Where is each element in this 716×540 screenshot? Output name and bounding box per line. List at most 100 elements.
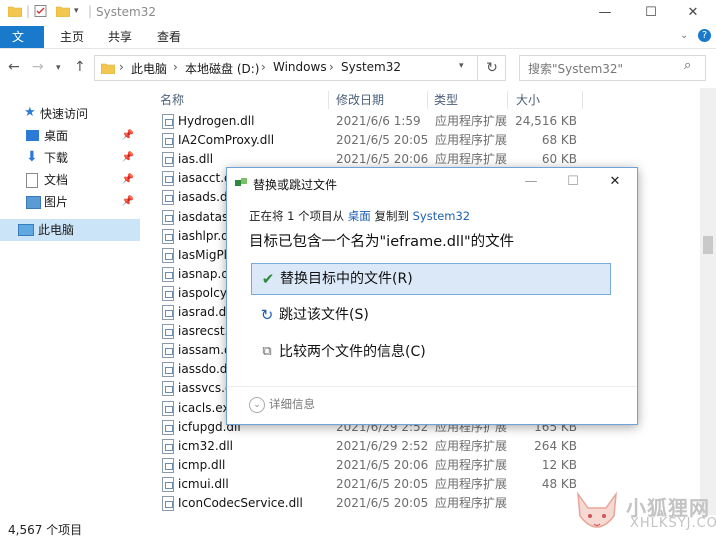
search-box[interactable]: 搜索"System32" ⌕ (519, 55, 706, 81)
file-row[interactable]: IA2ComProxy.dll 2021/6/5 20:05 应用程序扩展 68 KB (150, 131, 710, 150)
skip-icon: ↻ (260, 306, 274, 324)
dll-file-icon (162, 438, 174, 454)
file-name: icmp.dll (178, 457, 226, 472)
file-name: IA2ComProxy.dll (178, 133, 275, 148)
help-button[interactable]: ? (698, 29, 711, 42)
dll-file-icon (162, 209, 174, 225)
folder-icon[interactable] (8, 5, 22, 17)
dll-file-icon (162, 400, 174, 416)
sidebar-item-desktop[interactable]: 桌面 📌 (0, 125, 140, 147)
separator: | (26, 4, 31, 18)
file-size: 24,516 KB (515, 114, 577, 128)
breadcrumb-separator-icon[interactable]: › (119, 60, 124, 74)
file-date: 2021/6/5 20:05 (336, 496, 429, 510)
scrollbar-thumb[interactable] (703, 236, 713, 254)
column-separator[interactable] (507, 91, 508, 109)
replace-file-option[interactable]: ✔ 替换目标中的文件(R) (251, 263, 611, 295)
breadcrumb-separator-icon[interactable]: › (261, 60, 266, 74)
sidebar-item-label: 下载 (44, 151, 69, 165)
source-link[interactable]: 桌面 (348, 209, 371, 223)
column-header-type[interactable]: 类型 (434, 88, 458, 112)
file-type: 应用程序扩展 (435, 133, 508, 148)
picture-icon (26, 196, 41, 209)
maximize-button[interactable]: ☐ (628, 0, 674, 26)
more-details-button[interactable]: ⌄ 详细信息 (249, 396, 315, 413)
chevron-down-icon: ⌄ (249, 396, 265, 413)
document-icon (26, 173, 38, 188)
breadcrumb-item[interactable]: System32 (341, 60, 401, 74)
address-dropdown-icon[interactable]: ▾ (459, 61, 464, 71)
column-separator[interactable] (328, 91, 329, 109)
file-name: IasMigPl (178, 247, 228, 262)
copy-icon (235, 178, 247, 186)
dll-file-icon (162, 496, 174, 511)
address-bar[interactable]: › 此电脑 › 本地磁盘 (D:) › Windows › System32 ▾… (94, 55, 506, 81)
sidebar-item-this-pc[interactable]: 此电脑 (0, 219, 140, 241)
search-input[interactable]: 搜索"System32" (528, 60, 623, 77)
customize-toolbar-icon[interactable]: ▾ (74, 6, 79, 16)
file-row[interactable]: Hydrogen.dll 2021/6/6 1:59 应用程序扩展 24,516 KB (150, 112, 710, 131)
tab-file[interactable]: 文件 (0, 26, 44, 66)
column-separator[interactable] (427, 91, 428, 109)
file-date: 2021/6/29 2:52 (336, 438, 429, 453)
copy-text-prefix: 正在将 1 个项目从 (249, 209, 348, 223)
dialog-minimize-button[interactable]: — (511, 168, 551, 196)
destination-link[interactable]: System32 (413, 209, 471, 223)
pin-icon[interactable]: 📌 (122, 191, 134, 213)
copy-progress-text: 正在将 1 个项目从 桌面 复制到 System32 (249, 208, 470, 224)
up-arrow-icon[interactable]: ↑ (74, 59, 86, 75)
new-folder-icon[interactable] (56, 5, 70, 17)
close-button[interactable]: ✕ (670, 0, 716, 26)
breadcrumb-item[interactable]: Windows (273, 60, 327, 74)
file-row[interactable]: icmp.dll 2021/6/5 20:06 应用程序扩展 12 KB (150, 456, 710, 475)
replace-or-skip-dialog: 替换或跳过文件 — ☐ ✕ 正在将 1 个项目从 桌面 复制到 System32… (226, 167, 638, 425)
tab-home[interactable]: 主页 (48, 26, 96, 48)
search-icon[interactable]: ⌕ (684, 58, 691, 73)
option-label: 比较两个文件的信息(C) (279, 344, 426, 360)
file-name: ias.dll (178, 152, 214, 167)
breadcrumb-separator-icon[interactable]: › (329, 60, 334, 74)
sidebar-item-downloads[interactable]: ⬇ 下载 📌 (0, 147, 140, 169)
pin-icon[interactable]: 📌 (122, 147, 134, 169)
column-header-date[interactable]: 修改日期 (336, 88, 384, 112)
sidebar-item-quick-access[interactable]: ★ 快速访问 (0, 103, 140, 125)
sidebar-item-label: 文档 (44, 173, 69, 187)
dll-file-icon (162, 152, 174, 168)
dialog-title: 替换或跳过文件 (253, 178, 338, 192)
breadcrumb-separator-icon[interactable]: › (173, 60, 178, 74)
pin-icon[interactable]: 📌 (122, 125, 134, 147)
vertical-scrollbar[interactable] (700, 88, 716, 515)
file-date: 2021/6/6 1:59 (336, 114, 421, 128)
dialog-close-button[interactable]: ✕ (595, 168, 635, 196)
pin-icon[interactable]: 📌 (122, 169, 134, 191)
breadcrumb-item[interactable]: 此电脑 (131, 60, 167, 77)
watermark-url: XHLKSYJ.COM (630, 516, 716, 531)
file-name: iassdo.dl (178, 362, 231, 377)
tab-share[interactable]: 共享 (96, 26, 144, 48)
skip-file-option[interactable]: ↻ 跳过该文件(S) (251, 300, 611, 330)
sidebar-item-pictures[interactable]: 图片 📌 (0, 191, 140, 213)
navigation-pane: ★ 快速访问 桌面 📌 ⬇ 下载 📌 文档 📌 图片 📌 此电脑 (0, 88, 140, 515)
expand-ribbon-icon[interactable]: ⌄ (680, 30, 688, 41)
recent-locations-icon[interactable]: ▾ (56, 63, 61, 73)
forward-arrow-icon[interactable]: → (32, 59, 44, 75)
sidebar-item-label: 桌面 (44, 129, 69, 143)
sidebar-item-documents[interactable]: 文档 📌 (0, 169, 140, 191)
file-type: 应用程序扩展 (435, 476, 508, 491)
back-arrow-icon[interactable]: ← (8, 59, 20, 75)
dialog-maximize-button[interactable]: ☐ (553, 168, 593, 196)
file-type: 应用程序扩展 (435, 114, 508, 128)
refresh-icon[interactable]: ↻ (477, 56, 506, 80)
breadcrumb-item[interactable]: 本地磁盘 (D:) (185, 60, 259, 77)
column-header-name[interactable]: 名称 (160, 88, 184, 112)
ribbon-tabs: 文件 主页 共享 查看 ⌄ ? (0, 26, 716, 66)
minimize-button[interactable]: — (582, 0, 628, 26)
file-row[interactable]: icm32.dll 2021/6/29 2:52 应用程序扩展 264 KB (150, 437, 710, 456)
file-date: 2021/6/5 20:06 (336, 457, 429, 472)
properties-icon[interactable] (34, 5, 48, 17)
file-date: 2021/6/5 20:05 (336, 476, 429, 491)
tab-view[interactable]: 查看 (145, 26, 193, 48)
column-header-size[interactable]: 大小 (516, 88, 540, 112)
column-separator[interactable] (582, 91, 583, 109)
compare-files-option[interactable]: ⧉ 比较两个文件的信息(C) (251, 337, 611, 367)
